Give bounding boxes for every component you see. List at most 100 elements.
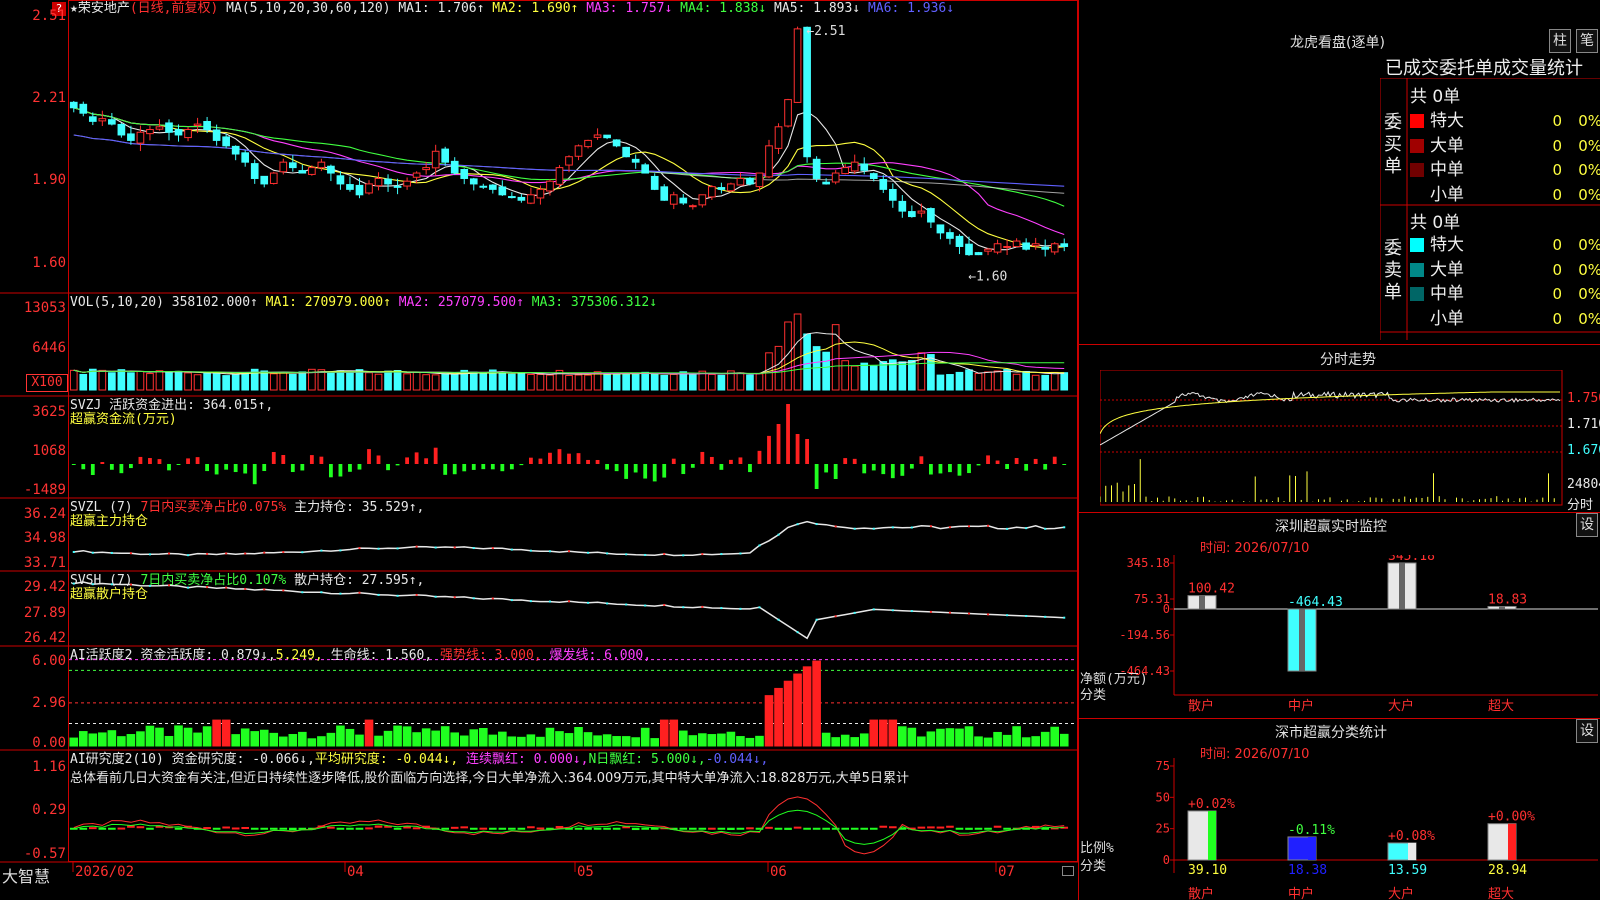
volume-bar [184,372,192,391]
candle-body [460,168,469,179]
research-bar [603,827,611,830]
volume-bar [650,373,659,391]
candle-body [803,26,811,158]
volume-bar [631,372,640,391]
main-holding-line-dot [187,554,190,557]
research-bar [203,827,211,830]
fund-flow-bar [909,464,914,469]
research-bar [774,827,783,830]
fund-flow-bar [129,464,133,469]
activity-bar [831,737,840,747]
candle-body [698,194,707,206]
retail-holding-line-dot [834,615,837,618]
pen-mode-button[interactable]: 笔 [1576,29,1598,53]
activity-bar [1031,736,1040,747]
research-bar [279,827,288,830]
volume-bar [288,373,297,391]
main-holding-line-dot [948,526,951,529]
main-holding-line-dot [1063,526,1066,529]
fund-flow-bar [433,447,438,464]
order-type: 特大 [1430,235,1464,255]
candle-body [660,186,669,201]
activity-bar [612,736,621,747]
sc-ratio-bar-side [1208,810,1216,860]
sc-ratio-chart[interactable]: 75 50 25 0 +0.02% 39.10 散户 -0.11% 18.38 中户 +0.08% 1… [1078,758,1600,900]
volume-bar [669,373,678,391]
activity-bar [278,736,288,747]
research-bar [327,826,335,829]
sz-category-label: 散户 [1188,698,1214,714]
main-holding-line-dot [453,546,456,549]
fund-flow-bar [167,464,171,471]
activity-bar [964,726,974,747]
main-holding-line-dot [244,552,247,555]
activity-bar [1002,734,1012,747]
sz-net-bar-shade [1299,609,1305,671]
svzj-chart[interactable] [69,397,1077,498]
main-holding-line-dot [415,545,418,548]
candle-body [774,126,783,149]
sz-settings-button[interactable]: 设 [1576,513,1598,537]
fund-flow-bar [262,464,267,472]
order-count: 0 [1552,136,1562,155]
volume-bar [1041,374,1050,391]
activity-bar [707,734,717,747]
candle-body [1041,246,1050,250]
main-holding-line-dot [720,553,723,556]
ai-research-chart[interactable] [69,751,1077,862]
volume-bar [746,374,754,391]
ai-activity-chart[interactable] [69,647,1077,750]
candle-body [1050,243,1059,253]
fund-flow-bar [833,464,838,479]
order-row: 小单 0 0% [1410,304,1600,329]
sz-net-chart[interactable]: 345.1875.310-194.56-464.43100.42散户-464.4… [1078,555,1600,715]
research-bar [593,827,602,830]
fund-flow-bar [757,450,762,464]
candle-body [1012,240,1021,248]
volume-bar [336,370,345,391]
color-swatch [1410,287,1424,301]
research-bar [98,827,107,830]
candle-body [431,150,440,169]
sc-settings-button[interactable]: 设 [1576,719,1598,743]
main-holding-line-dot [263,551,266,554]
activity-bar [898,726,907,747]
activity-bar [78,731,88,747]
order-pct: 0% [1578,136,1600,155]
retail-holding-line-dot [206,586,209,589]
candle-body [793,28,802,103]
price-chart[interactable]: ←2.51 ←1.60 [69,18,1077,293]
candle-body [108,119,116,125]
fund-flow-bar [500,464,505,472]
retail-holding-line-dot [872,608,875,611]
candle-body [146,129,154,135]
period-label[interactable]: (日线,前复权) [130,1,218,16]
retail-holding-line-dot [853,611,856,614]
lock-icon[interactable] [1062,866,1074,876]
volume-bar [793,313,802,391]
fund-flow-bar [1005,464,1009,470]
order-count: 0 [1552,260,1562,279]
svsh-chart[interactable] [69,572,1077,646]
fund-flow-bar [367,449,371,464]
research-bar [117,827,126,830]
candle-body [98,118,107,122]
research-bar [365,827,373,830]
intraday-chart[interactable] [1100,370,1565,510]
bar-mode-button[interactable]: 柱 [1549,29,1571,53]
order-type: 大单 [1430,135,1464,156]
sc-title: 深市超赢分类统计 [1275,725,1387,741]
activity-bar [469,729,479,747]
color-swatch [1410,114,1424,128]
favorite-star-icon[interactable]: ★ [70,1,78,16]
order-count: 0 [1552,285,1562,303]
sc-value-label: 28.94 [1488,863,1527,878]
intraday-vol-tick: 24804 [1567,477,1600,492]
svzl-chart[interactable] [69,499,1077,571]
research-bar [889,826,897,829]
volume-chart[interactable] [69,308,1077,395]
activity-bar [717,733,726,747]
main-holding-line-dot [472,547,475,550]
sz-title: 深圳超赢实时监控 [1275,519,1387,535]
activity-bar [498,731,507,747]
